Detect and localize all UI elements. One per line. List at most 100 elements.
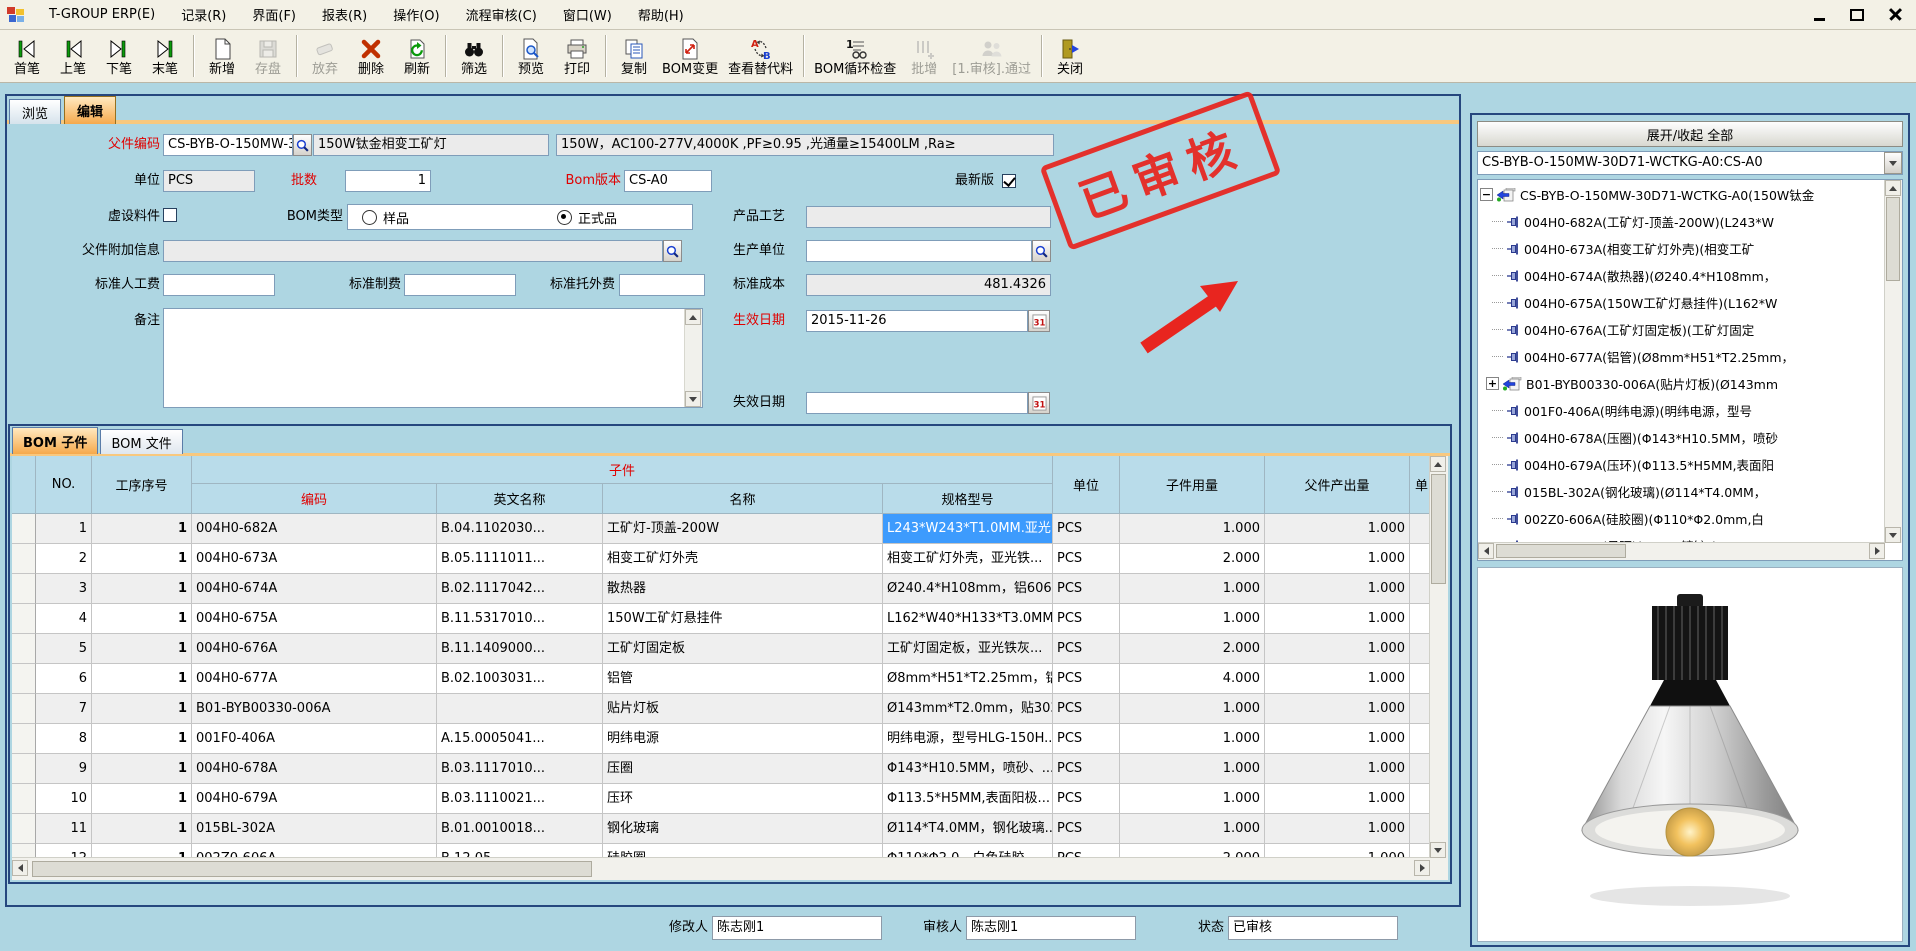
cell-unit[interactable]: PCS xyxy=(1053,724,1120,754)
cell-code[interactable]: 004H0-679A xyxy=(192,784,437,814)
cell-seq[interactable]: 1 xyxy=(92,814,192,844)
combobox-dropdown-button[interactable] xyxy=(1884,152,1902,174)
table-row[interactable]: 11 1 015BL-302A B.01.0010018... 钢化玻璃 Ø11… xyxy=(12,814,1430,844)
tree-horizontal-scrollbar[interactable] xyxy=(1478,542,1885,560)
cell-name[interactable]: 工矿灯固定板 xyxy=(603,634,883,664)
cell-partial[interactable] xyxy=(1410,754,1430,784)
cell-partial[interactable] xyxy=(1410,724,1430,754)
cell-spec[interactable]: 工矿灯固定板，亚光铁灰... xyxy=(883,634,1053,664)
cell-en-name[interactable]: B.05.1111011... xyxy=(437,544,603,574)
scroll-up-button[interactable] xyxy=(1885,180,1901,196)
cell-spec[interactable]: L243*W243*T1.0MM.亚光... xyxy=(883,514,1053,544)
cell-spec[interactable]: Ø143mm*T2.0mm，贴3030... xyxy=(883,694,1053,724)
close-button[interactable]: 关闭 xyxy=(1047,35,1093,79)
cell-partial[interactable] xyxy=(1410,574,1430,604)
scroll-down-button[interactable] xyxy=(1430,842,1446,858)
row-selector[interactable] xyxy=(12,844,36,858)
new-button[interactable]: 新增 xyxy=(199,35,245,79)
filter-button[interactable]: 筛选 xyxy=(451,35,497,79)
std-labor-input[interactable] xyxy=(163,274,275,296)
table-row[interactable]: 3 1 004H0-674A B.02.1117042... 散热器 Ø240.… xyxy=(12,574,1430,604)
bom-change-button[interactable]: BOM变更 xyxy=(657,35,723,79)
cell-en-name[interactable]: B.12.05... xyxy=(437,844,603,858)
cell-en-name[interactable]: B.11.5317010... xyxy=(437,604,603,634)
cell-unit[interactable]: PCS xyxy=(1053,604,1120,634)
cell-en-name[interactable]: B.11.1409000... xyxy=(437,634,603,664)
expire-date-calendar-button[interactable]: 31 xyxy=(1028,392,1050,414)
cell-code[interactable]: 002Z0-606A xyxy=(192,844,437,858)
cell-spec[interactable]: Ø240.4*H108mm，铝6063... xyxy=(883,574,1053,604)
cell-en-name[interactable]: B.04.1102030... xyxy=(437,514,603,544)
cell-en-name[interactable] xyxy=(437,694,603,724)
expand-collapse-all-button[interactable]: 展开/收起 全部 xyxy=(1477,121,1903,147)
cell-no[interactable]: 3 xyxy=(36,574,92,604)
table-row[interactable]: 1 1 004H0-682A B.04.1102030... 工矿灯-顶盖-20… xyxy=(12,514,1430,544)
cell-no[interactable]: 4 xyxy=(36,604,92,634)
delete-button[interactable]: 删除 xyxy=(348,35,394,79)
grid-vertical-scrollbar[interactable] xyxy=(1429,456,1448,858)
cell-spec[interactable]: L162*W40*H133*T3.0MM,... xyxy=(883,604,1053,634)
tree-expand-toggle[interactable]: − xyxy=(1480,188,1493,201)
tree-expand-toggle[interactable]: + xyxy=(1486,377,1499,390)
table-row[interactable]: 5 1 004H0-676A B.11.1409000... 工矿灯固定板 工矿… xyxy=(12,634,1430,664)
tree-vertical-scrollbar[interactable] xyxy=(1884,180,1902,543)
latest-checkbox[interactable] xyxy=(1002,174,1016,188)
tree-item[interactable]: 004H0-677A(铝管)(Ø8mm*H51*T2.25mm， xyxy=(1480,343,1884,370)
header-en-name[interactable]: 英文名称 xyxy=(437,484,603,514)
row-selector[interactable] xyxy=(12,664,36,694)
cell-unit[interactable]: PCS xyxy=(1053,784,1120,814)
cell-seq[interactable]: 1 xyxy=(92,664,192,694)
table-row[interactable]: 2 1 004H0-673A B.05.1111011... 相变工矿灯外壳 相… xyxy=(12,544,1430,574)
cell-name[interactable]: 钢化玻璃 xyxy=(603,814,883,844)
cell-partial[interactable] xyxy=(1410,844,1430,858)
tree-item[interactable]: 004H0-676A(工矿灯固定板)(工矿灯固定 xyxy=(1480,316,1884,343)
cell-code[interactable]: 004H0-678A xyxy=(192,754,437,784)
grid-horizontal-scrollbar[interactable] xyxy=(12,857,1430,880)
scroll-up-button[interactable] xyxy=(1430,456,1446,472)
expire-date-input[interactable] xyxy=(806,392,1028,414)
cell-no[interactable]: 10 xyxy=(36,784,92,814)
cell-code[interactable]: 015BL-302A xyxy=(192,814,437,844)
radio-official[interactable] xyxy=(557,210,572,225)
cell-code[interactable]: 001F0-406A xyxy=(192,724,437,754)
cell-parent-qty[interactable]: 1.000 xyxy=(1265,784,1410,814)
table-row[interactable]: 9 1 004H0-678A B.03.1117010... 压圈 Φ143*H… xyxy=(12,754,1430,784)
cell-partial[interactable] xyxy=(1410,634,1430,664)
parent-code-lookup-button[interactable] xyxy=(293,134,312,156)
std-mfg-input[interactable] xyxy=(404,274,516,296)
cell-unit[interactable]: PCS xyxy=(1053,514,1120,544)
tree-item[interactable]: 004H0-682A(工矿灯-顶盖-200W)(L243*W xyxy=(1480,208,1884,235)
cell-spec[interactable]: 明纬电源，型号HLG-150H... xyxy=(883,724,1053,754)
cell-unit[interactable]: PCS xyxy=(1053,544,1120,574)
minimize-button[interactable] xyxy=(1810,6,1828,24)
last-record-button[interactable]: 末笔 xyxy=(142,35,188,79)
cell-name[interactable]: 明纬电源 xyxy=(603,724,883,754)
cell-en-name[interactable]: B.02.1117042... xyxy=(437,574,603,604)
cell-partial[interactable] xyxy=(1410,514,1430,544)
scroll-right-button[interactable] xyxy=(1414,860,1430,876)
cell-no[interactable]: 2 xyxy=(36,544,92,574)
cell-no[interactable]: 7 xyxy=(36,694,92,724)
bom-version-input[interactable]: CS-A0 xyxy=(624,170,712,192)
header-qty[interactable]: 子件用量 xyxy=(1120,456,1265,514)
header-seq[interactable]: 工序序号 xyxy=(92,456,192,514)
menu-item-record[interactable]: 记录(R) xyxy=(168,1,239,28)
row-selector[interactable] xyxy=(12,784,36,814)
menu-item-flow-audit[interactable]: 流程审核(C) xyxy=(453,1,550,28)
cell-no[interactable]: 6 xyxy=(36,664,92,694)
row-selector[interactable] xyxy=(12,814,36,844)
table-row[interactable]: 7 1 B01-BYB00330-006A 贴片灯板 Ø143mm*T2.0mm… xyxy=(12,694,1430,724)
cell-partial[interactable] xyxy=(1410,814,1430,844)
cell-parent-qty[interactable]: 1.000 xyxy=(1265,814,1410,844)
cell-spec[interactable]: 相变工矿灯外壳，亚光铁... xyxy=(883,544,1053,574)
tree-item[interactable]: − CS-BYB-O-150MW-30D71-WCTKG-A0(150W钛金 xyxy=(1480,181,1884,208)
scroll-down-button[interactable] xyxy=(1885,527,1901,543)
cell-en-name[interactable]: A.15.0005041... xyxy=(437,724,603,754)
tree-item[interactable]: 002Z0-606A(硅胶圈)(Φ110*Φ2.0mm,白 xyxy=(1480,505,1884,532)
preview-button[interactable]: 预览 xyxy=(508,35,554,79)
status-field[interactable]: 已审核 xyxy=(1228,916,1398,940)
row-selector[interactable] xyxy=(12,574,36,604)
cell-seq[interactable]: 1 xyxy=(92,604,192,634)
prev-record-button[interactable]: 上笔 xyxy=(50,35,96,79)
cell-qty[interactable]: 2.000 xyxy=(1120,844,1265,858)
